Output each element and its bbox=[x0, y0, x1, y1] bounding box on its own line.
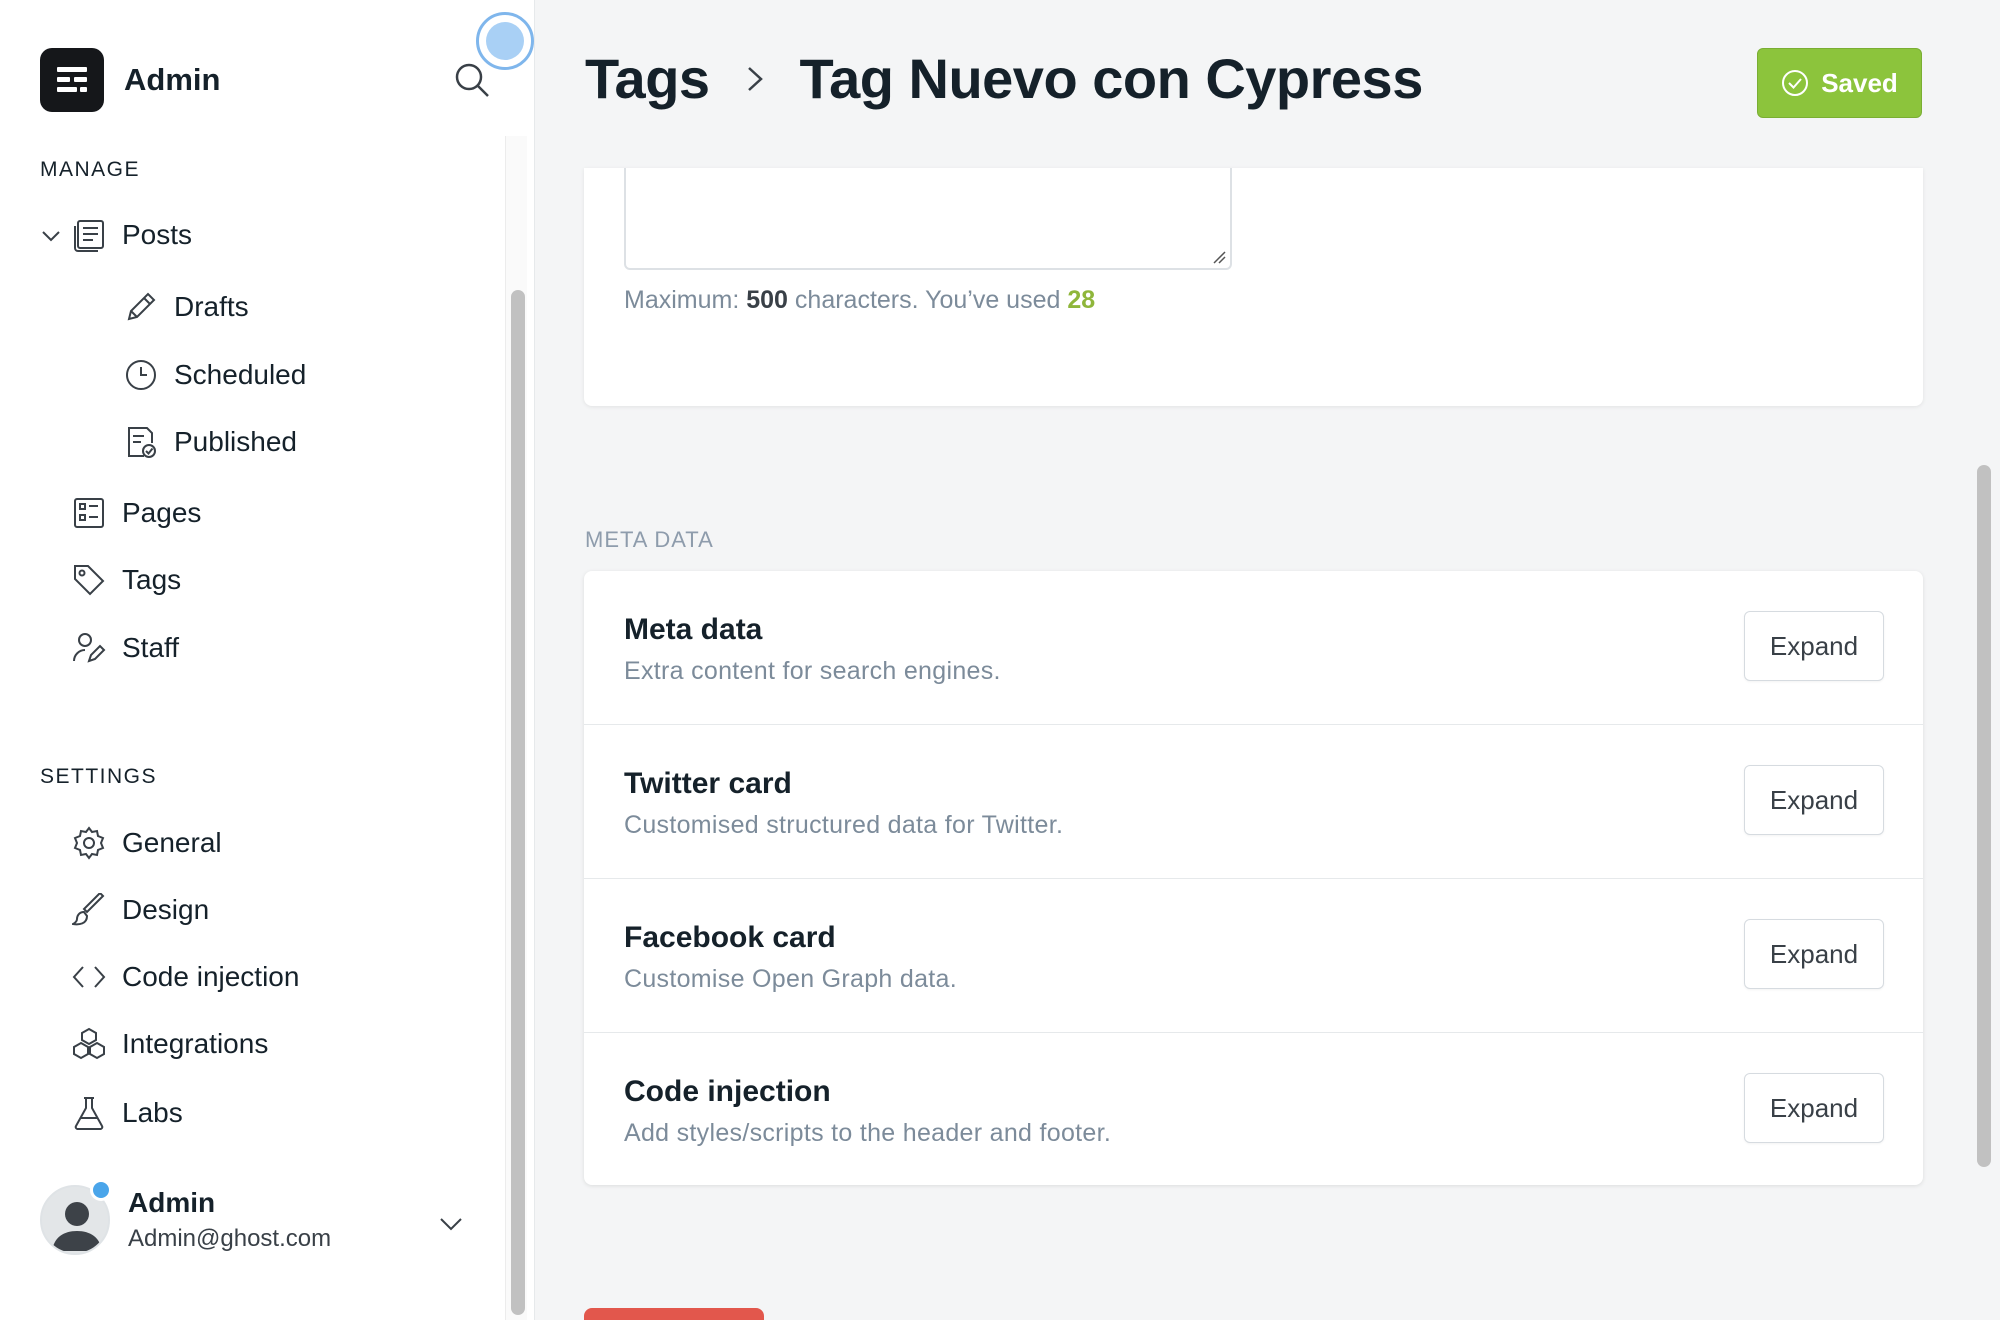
meta-row-desc: Extra content for search engines. bbox=[624, 657, 1001, 685]
meta-row-meta-data: Meta data Extra content for search engin… bbox=[584, 571, 1923, 725]
resize-grip-icon[interactable] bbox=[1212, 250, 1226, 264]
brand[interactable]: Admin bbox=[40, 48, 220, 112]
save-button[interactable]: Saved bbox=[1757, 48, 1922, 118]
used-chars: 28 bbox=[1067, 286, 1096, 314]
settings-section-title: SETTINGS bbox=[40, 765, 158, 788]
sidebar-item-label: Code injection bbox=[122, 961, 300, 992]
cursor-indicator bbox=[476, 12, 534, 70]
sidebar-item-label: Staff bbox=[122, 632, 180, 663]
sidebar-item-label: Drafts bbox=[174, 291, 249, 322]
user-menu[interactable]: Admin Admin@ghost.com bbox=[40, 1179, 332, 1255]
gear-icon bbox=[72, 826, 106, 860]
sidebar-item-integrations[interactable]: Integrations bbox=[72, 1027, 268, 1061]
max-chars: 500 bbox=[746, 286, 788, 314]
check-circle-icon bbox=[1782, 70, 1809, 96]
meta-row-title: Facebook card bbox=[624, 921, 836, 954]
brand-logo-icon bbox=[40, 48, 104, 112]
meta-row-title: Code injection bbox=[624, 1075, 831, 1108]
meta-row-desc: Add styles/scripts to the header and foo… bbox=[624, 1119, 1112, 1147]
sidebar-scrollbar[interactable] bbox=[511, 290, 525, 1315]
tag-details-card: Maximum: 500 characters. You’ve used 28 bbox=[584, 168, 1923, 406]
meta-row-facebook-card: Facebook card Customise Open Graph data.… bbox=[584, 879, 1923, 1033]
sidebar-item-label: General bbox=[122, 827, 222, 858]
save-button-label: Saved bbox=[1821, 67, 1898, 98]
sidebar-item-label: Posts bbox=[122, 219, 193, 250]
pencil-icon bbox=[124, 290, 158, 324]
code-icon bbox=[72, 960, 106, 994]
manage-section-title: MANAGE bbox=[40, 158, 141, 181]
hint-prefix: Maximum: bbox=[624, 286, 740, 314]
meta-row-desc: Customise Open Graph data. bbox=[624, 965, 957, 993]
sidebar-item-pages[interactable]: Pages bbox=[72, 496, 201, 530]
cubes-icon bbox=[72, 1027, 106, 1061]
meta-card: Meta data Extra content for search engin… bbox=[584, 571, 1923, 1185]
chevron-down-icon[interactable] bbox=[40, 225, 62, 247]
pages-icon bbox=[72, 496, 106, 530]
sidebar-item-label: Tags bbox=[122, 564, 182, 595]
meta-section-label: META DATA bbox=[585, 527, 714, 552]
flask-icon bbox=[72, 1096, 106, 1130]
meta-row-twitter-card: Twitter card Customised structured data … bbox=[584, 725, 1923, 879]
tag-icon bbox=[72, 563, 106, 597]
sidebar-item-label: Scheduled bbox=[174, 359, 307, 390]
sidebar-item-design[interactable]: Design bbox=[72, 893, 209, 927]
chevron-down-icon[interactable] bbox=[438, 1210, 464, 1236]
sidebar-item-scheduled[interactable]: Scheduled bbox=[124, 358, 306, 392]
brush-icon bbox=[72, 893, 106, 927]
staff-icon bbox=[72, 631, 106, 665]
meta-row-desc: Customised structured data for Twitter. bbox=[624, 811, 1064, 839]
sidebar-item-general[interactable]: General bbox=[72, 826, 222, 860]
notification-badge bbox=[90, 1179, 112, 1201]
expand-twitter-card-button[interactable]: Expand bbox=[1744, 765, 1884, 835]
sidebar-item-tags[interactable]: Tags bbox=[72, 563, 181, 597]
sidebar-item-label: Labs bbox=[122, 1097, 183, 1128]
sidebar-item-label: Pages bbox=[122, 497, 202, 528]
user-name: Admin bbox=[128, 1187, 216, 1218]
sidebar: Admin MANAGE Posts Drafts Scheduled Publ… bbox=[0, 0, 535, 1320]
expand-code-injection-button[interactable]: Expand bbox=[1744, 1073, 1884, 1143]
clock-icon bbox=[124, 358, 158, 392]
chevron-right-icon bbox=[747, 66, 763, 91]
meta-row-title: Meta data bbox=[624, 613, 763, 646]
sidebar-item-label: Integrations bbox=[122, 1028, 269, 1059]
meta-row-code-injection: Code injection Add styles/scripts to the… bbox=[584, 1033, 1923, 1187]
sidebar-item-posts[interactable]: Posts bbox=[72, 218, 192, 252]
sidebar-item-drafts[interactable]: Drafts bbox=[124, 290, 249, 324]
hint-middle: characters. You’ve used bbox=[794, 286, 1061, 314]
breadcrumb-current: Tag Nuevo con Cypress bbox=[799, 47, 1424, 110]
character-count-hint: Maximum: 500 characters. You’ve used 28 bbox=[624, 286, 1095, 315]
delete-tag-button[interactable] bbox=[584, 1308, 764, 1320]
expand-meta-data-button[interactable]: Expand bbox=[1744, 611, 1884, 681]
published-icon bbox=[124, 425, 158, 459]
breadcrumb-parent[interactable]: Tags bbox=[585, 46, 710, 111]
sidebar-item-published[interactable]: Published bbox=[124, 425, 297, 459]
expand-facebook-card-button[interactable]: Expand bbox=[1744, 919, 1884, 989]
sidebar-item-code-injection[interactable]: Code injection bbox=[72, 960, 299, 994]
sidebar-item-labs[interactable]: Labs bbox=[72, 1096, 183, 1130]
main-scrollbar[interactable] bbox=[1977, 465, 1991, 1167]
sidebar-item-staff[interactable]: Staff bbox=[72, 631, 179, 665]
search-icon[interactable] bbox=[452, 60, 492, 100]
page-title: Tags Tag Nuevo con Cypress bbox=[585, 46, 1423, 111]
posts-icon bbox=[72, 218, 106, 252]
user-email: Admin@ghost.com bbox=[128, 1225, 332, 1252]
brand-name: Admin bbox=[124, 62, 221, 97]
sidebar-item-label: Design bbox=[122, 894, 210, 925]
sidebar-item-label: Published bbox=[174, 426, 297, 457]
description-textarea[interactable] bbox=[624, 168, 1232, 270]
meta-row-title: Twitter card bbox=[624, 767, 792, 800]
